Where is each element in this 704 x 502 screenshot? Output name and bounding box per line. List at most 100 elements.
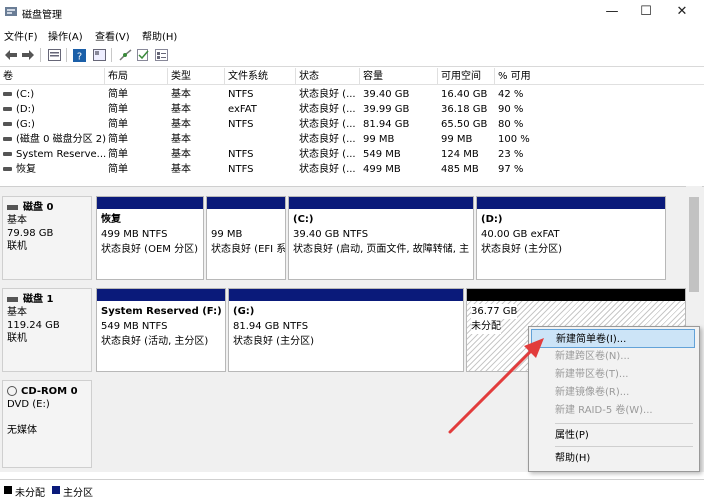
volume-cell: 80 % <box>498 117 523 132</box>
legend-unallocated: 未分配 <box>15 488 45 499</box>
volume-cell: 81.94 GB <box>363 117 409 132</box>
cdrom-name: CD-ROM 0 <box>21 386 78 397</box>
column-header-layout[interactable]: 布局 <box>105 68 168 85</box>
partition-status: 状态良好 (启动, 页面文件, 故障转储, 主 <box>293 244 470 255</box>
cdrom-info[interactable]: CD-ROM 0 DVD (E:) 无媒体 <box>2 380 92 468</box>
menu-item-new-simple-volume[interactable]: 新建简单卷(I)... <box>531 329 695 348</box>
volume-cell: 基本 <box>171 117 191 132</box>
column-header-free-space[interactable]: 可用空间 <box>438 68 495 85</box>
menu-item-new-striped-volume[interactable]: 新建带区卷(T)... <box>531 365 695 384</box>
cell-text: 65.50 GB <box>441 119 488 130</box>
volume-cell: 简单 <box>108 132 128 147</box>
check-icon[interactable] <box>135 47 151 63</box>
menu-help[interactable]: 帮助(H) <box>142 28 177 43</box>
disk-name: 磁盘 1 <box>23 294 54 305</box>
volume-cell: 状态良好 (... <box>299 132 356 147</box>
volume-row[interactable]: (磁盘 0 磁盘分区 2) 简单 基本 状态良好 (... 99 MB 99 MB 100 … <box>0 132 704 147</box>
disk-type: 基本 <box>7 307 27 318</box>
primary-swatch <box>52 486 60 494</box>
cell-text: 499 MB <box>363 164 401 175</box>
menu-separator <box>555 423 693 424</box>
list-view-icon[interactable] <box>46 47 62 63</box>
volume-cell: 简单 <box>108 87 128 102</box>
minimize-button[interactable]: — <box>598 2 626 22</box>
menu-item-properties[interactable]: 属性(P) <box>531 426 695 445</box>
partition-size: 81.94 GB NTFS <box>233 321 309 332</box>
volume-cell: NTFS <box>228 87 254 102</box>
column-header-capacity[interactable]: 容量 <box>360 68 438 85</box>
back-arrow-icon[interactable] <box>3 47 19 63</box>
volume-cell: 基本 <box>171 162 191 177</box>
column-header-status[interactable]: 状态 <box>296 68 360 85</box>
title-bar: 磁盘管理 — ☐ ✕ <box>0 0 704 24</box>
console-icon[interactable] <box>91 47 107 63</box>
menu-bar: 文件(F) 操作(A) 查看(V) 帮助(H) <box>0 24 704 44</box>
partition-efi[interactable]: 99 MB 状态良好 (EFI 系 <box>206 196 286 280</box>
cell-text: (磁盘 0 磁盘分区 2) <box>16 134 107 145</box>
partition-c[interactable]: (C:) 39.40 GB NTFS 状态良好 (启动, 页面文件, 故障转储, 主 <box>288 196 474 280</box>
volume-cell: 99 MB <box>363 132 394 147</box>
partition-recovery[interactable]: 恢复 499 MB NTFS 状态良好 (OEM 分区) <box>96 196 204 280</box>
svg-text:?: ? <box>76 51 81 62</box>
forward-arrow-icon[interactable] <box>20 47 36 63</box>
menu-file[interactable]: 文件(F) <box>4 28 38 43</box>
disk-status: 联机 <box>7 333 27 344</box>
volume-cell: 16.40 GB <box>441 87 487 102</box>
cell-text: 状态良好 (... <box>299 149 356 160</box>
partition-size: 549 MB NTFS <box>101 321 168 332</box>
partition-status: 状态良好 (OEM 分区) <box>101 244 198 255</box>
connect-icon[interactable] <box>117 47 133 63</box>
cell-text: 状态良好 (... <box>299 104 356 115</box>
maximize-button[interactable]: ☐ <box>632 2 660 22</box>
cell-text: System Reserve... <box>16 149 107 160</box>
cell-text: 16.40 GB <box>441 89 488 100</box>
volume-cell: NTFS <box>228 147 254 162</box>
volume-cell: 简单 <box>108 117 128 132</box>
volume-cell: 状态良好 (... <box>299 102 356 117</box>
partition-d[interactable]: (D:) 40.00 GB exFAT 状态良好 (主分区) <box>476 196 666 280</box>
volume-row[interactable]: (C:) 简单 基本 NTFS 状态良好 (... 39.40 GB 16.40 GB 42 … <box>0 87 704 102</box>
cell-text: 简单 <box>108 119 128 130</box>
volume-row[interactable]: System Reserve... 简单 基本 NTFS 状态良好 (... 549 MB… <box>0 147 704 162</box>
column-header-type[interactable]: 类型 <box>168 68 225 85</box>
cell-text: 124 MB <box>441 149 479 160</box>
volume-row[interactable]: (G:) 简单 基本 NTFS 状态良好 (... 81.94 GB 65.50 GB 80 … <box>0 117 704 132</box>
properties-icon[interactable] <box>153 47 169 63</box>
cell-text: 基本 <box>171 89 191 100</box>
volume-drive-icon <box>3 92 12 96</box>
cell-text: 恢复 <box>16 164 36 175</box>
cell-text: 基本 <box>171 104 191 115</box>
column-header-filesystem[interactable]: 文件系统 <box>225 68 296 85</box>
menu-view[interactable]: 查看(V) <box>95 28 130 43</box>
cell-text: NTFS <box>228 119 254 130</box>
menu-item-new-mirrored-volume[interactable]: 新建镜像卷(R)... <box>531 383 695 402</box>
partition-size: 99 MB <box>211 229 243 240</box>
partition-status: 状态良好 (活动, 主分区) <box>101 336 209 347</box>
toolbar: ? <box>0 44 704 67</box>
column-header-volume[interactable]: 卷 <box>0 68 105 85</box>
volume-row[interactable]: (D:) 简单 基本 exFAT 状态良好 (... 39.99 GB 36.18 GB 90… <box>0 102 704 117</box>
volume-cell: NTFS <box>228 162 254 177</box>
cell-text: (G:) <box>16 119 35 130</box>
menu-item-new-raid5-volume[interactable]: 新建 RAID-5 卷(W)... <box>531 401 695 420</box>
help-icon[interactable]: ? <box>71 47 87 63</box>
partition-label: (G:) <box>233 306 255 317</box>
disk-type: 基本 <box>7 215 27 226</box>
volume-cell: exFAT <box>228 102 257 117</box>
partition-status: 状态良好 (主分区) <box>233 336 314 347</box>
partition-g[interactable]: (G:) 81.94 GB NTFS 状态良好 (主分区) <box>228 288 464 372</box>
scrollbar-thumb[interactable] <box>689 197 699 292</box>
disk-0-info[interactable]: 磁盘 0 基本 79.98 GB 联机 <box>2 196 92 280</box>
menu-item-new-spanned-volume[interactable]: 新建跨区卷(N)... <box>531 347 695 366</box>
cell-text: 状态良好 (... <box>299 164 356 175</box>
menu-action[interactable]: 操作(A) <box>48 28 83 43</box>
volume-cell: 状态良好 (... <box>299 147 356 162</box>
volume-row[interactable]: 恢复 简单 基本 NTFS 状态良好 (... 499 MB 485 MB 97 % <box>0 162 704 177</box>
disk-status: 联机 <box>7 241 27 252</box>
volume-cell: 99 MB <box>441 132 472 147</box>
column-header-percent-free[interactable]: % 可用 <box>495 68 704 85</box>
partition-system-reserved[interactable]: System Reserved (F:) 549 MB NTFS 状态良好 (活动,… <box>96 288 226 372</box>
disk-1-info[interactable]: 磁盘 1 基本 119.24 GB 联机 <box>2 288 92 372</box>
menu-item-help[interactable]: 帮助(H) <box>531 449 695 468</box>
close-button[interactable]: ✕ <box>668 2 696 22</box>
